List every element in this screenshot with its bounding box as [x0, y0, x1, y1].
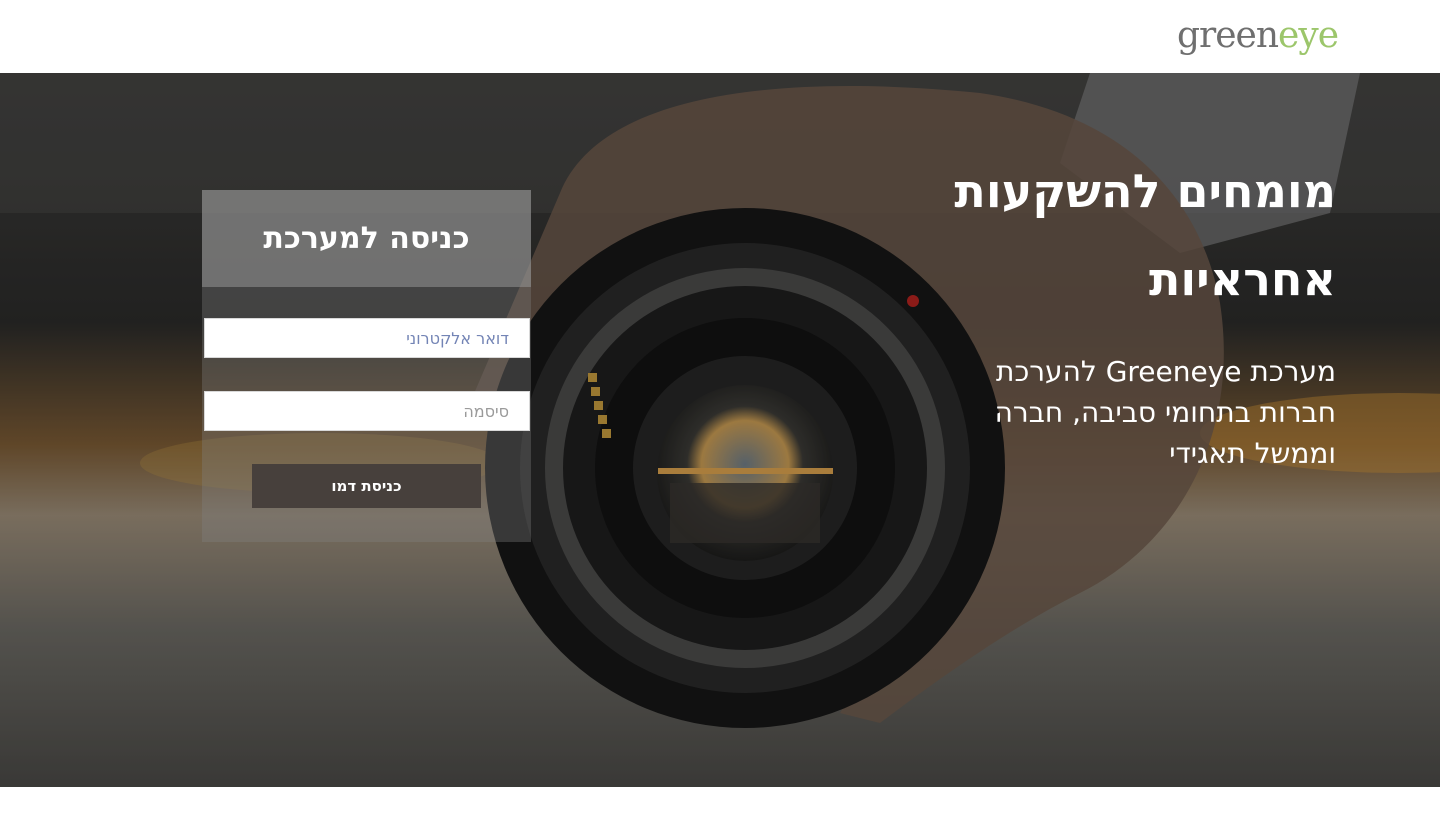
logo-text-green: green	[1176, 15, 1279, 56]
logo-text-eye: eye	[1278, 15, 1339, 56]
password-field[interactable]	[205, 392, 529, 430]
hero-description: מערכת Greeneye להערכת חברות בתחומי סביבה…	[906, 351, 1336, 474]
demo-login-button[interactable]: כניסת דמו	[252, 464, 481, 508]
hero-section: מומחים להשקעות אחראיות מערכת Greeneye לה…	[0, 73, 1440, 787]
email-field-wrapper	[204, 318, 530, 358]
login-title: כניסה למערכת	[202, 190, 531, 287]
greeneye-logo[interactable]: greeneye	[1176, 14, 1339, 58]
description-line-2: חברות בתחומי סביבה, חברה	[994, 396, 1336, 429]
headline-line-2: אחראיות	[1148, 252, 1336, 306]
headline-line-1: מומחים להשקעות	[954, 164, 1336, 218]
site-header: greeneye	[0, 0, 1440, 73]
password-field-wrapper	[204, 391, 530, 431]
description-line-1: מערכת Greeneye להערכת	[996, 355, 1336, 388]
email-field[interactable]	[205, 319, 529, 357]
hero-headline: מומחים להשקעות אחראיות	[876, 147, 1336, 323]
description-line-3: וממשל תאגידי	[1169, 437, 1336, 470]
login-panel: כניסה למערכת כניסת דמו	[202, 190, 531, 542]
